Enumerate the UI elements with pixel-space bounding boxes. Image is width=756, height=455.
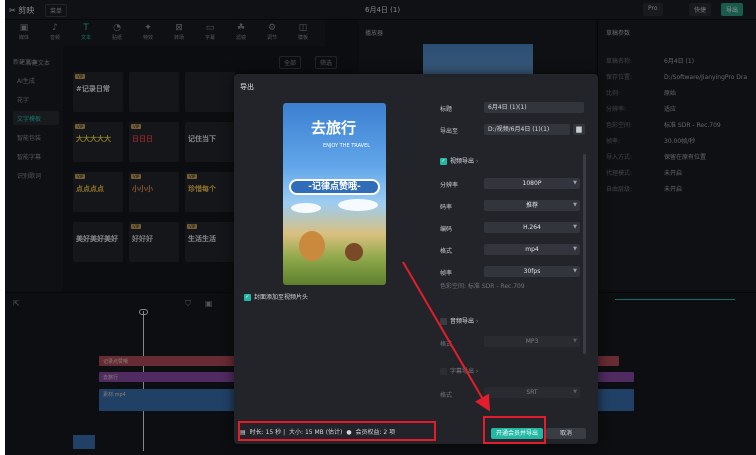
bitrate-label: 码率 xyxy=(440,204,453,211)
codec-select[interactable]: H.264 ▼ xyxy=(484,222,580,233)
cloud-shape xyxy=(291,203,321,213)
cloud-shape xyxy=(338,199,378,211)
dialog-title: 导出 xyxy=(240,83,254,91)
caption-format-label: 格式 xyxy=(440,392,453,399)
bitrate-select[interactable]: 推荐 ▼ xyxy=(484,200,580,211)
cancel-button[interactable]: 取消 xyxy=(546,428,586,439)
format-label: 格式 xyxy=(440,248,453,255)
caption-export-checkbox[interactable]: 字幕导出 › xyxy=(440,366,478,375)
empty-checkbox xyxy=(440,368,447,375)
annotation-box-summary xyxy=(238,421,436,441)
cover-subtitle-text: ENJOY THE TRAVEL xyxy=(323,143,371,149)
cover-preview[interactable]: 去旅行 ENJOY THE TRAVEL -记律点赞哦- xyxy=(283,103,386,285)
chevron-down-icon: ▼ xyxy=(573,246,577,252)
color-space-text: 色彩空间: 标准 SDR - Rec.709 xyxy=(440,283,525,290)
title-input[interactable]: 6月4日 (1)(1) xyxy=(484,102,584,113)
cover-title-text: 去旅行 xyxy=(311,119,357,137)
empty-checkbox xyxy=(440,318,447,325)
folder-icon[interactable]: ▆ xyxy=(573,124,585,135)
chevron-down-icon: ▼ xyxy=(573,202,577,208)
video-export-checkbox[interactable]: ✓ 视频导出 › xyxy=(440,156,478,165)
codec-label: 编码 xyxy=(440,226,453,233)
format-select[interactable]: mp4 ▼ xyxy=(484,244,580,255)
export-dialog: 导出 去旅行 ENJOY THE TRAVEL -记律点赞哦- ✓ 封面添加至视频… xyxy=(234,74,598,444)
annotation-box-export xyxy=(483,416,546,444)
person-shape xyxy=(345,243,363,261)
title-label: 标题 xyxy=(440,106,453,113)
resolution-label: 分辨率 xyxy=(440,182,459,189)
chevron-down-icon: ▼ xyxy=(573,389,577,395)
resolution-select[interactable]: 1080P ▼ xyxy=(484,178,580,189)
audio-format-label: 格式 xyxy=(440,341,453,348)
chevron-down-icon: ▼ xyxy=(573,268,577,274)
export-path-input[interactable]: D:/视频/6月4日 (1)(1) xyxy=(484,124,570,135)
checkmark-icon: ✓ xyxy=(440,158,447,165)
person-shape xyxy=(299,231,325,261)
chevron-down-icon: ▼ xyxy=(573,180,577,186)
framerate-label: 帧率 xyxy=(440,270,453,277)
checkmark-icon: ✓ xyxy=(244,294,251,301)
cover-banner-text: -记律点赞哦- xyxy=(289,179,380,195)
export-path-label: 导出至 xyxy=(440,128,459,135)
dialog-scrollbar[interactable] xyxy=(583,154,586,354)
cover-to-intro-checkbox[interactable]: ✓ 封面添加至视频片头 xyxy=(244,292,308,301)
caption-format-select[interactable]: SRT ▼ xyxy=(484,387,580,398)
chevron-down-icon: ▼ xyxy=(573,224,577,230)
chevron-down-icon: ▼ xyxy=(573,338,577,344)
audio-format-select[interactable]: MP3 ▼ xyxy=(484,336,580,347)
audio-export-checkbox[interactable]: 音频导出 › xyxy=(440,316,478,325)
framerate-select[interactable]: 30fps ▼ xyxy=(484,266,580,277)
video-editor-app: ✂ 剪映 菜单 6月4日 (1) Pro 快捷 导出 ▣ 媒体 ♪ 音频 T 文本 ◔ 贴纸 ✦… xyxy=(5,0,756,455)
